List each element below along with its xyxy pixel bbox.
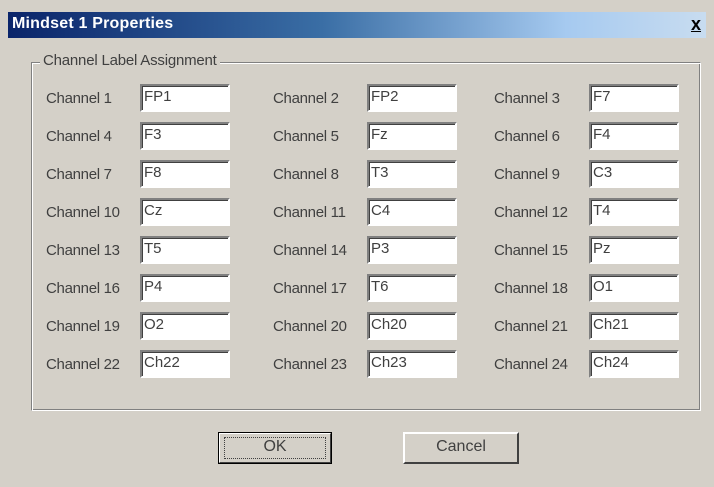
channel-label: Channel 8 [273,166,339,183]
channel-label: Channel 17 [273,280,347,297]
channel-label: Channel 6 [494,128,560,145]
channel-input[interactable]: F4 [589,122,679,150]
channel-label: Channel 5 [273,128,339,145]
channel-label: Channel 13 [46,242,120,259]
channel-input[interactable]: Cz [140,198,230,226]
channel-label: Channel 9 [494,166,560,183]
channel-label: Channel 7 [46,166,112,183]
channel-input[interactable]: P4 [140,274,230,302]
channel-label: Channel 22 [46,356,120,373]
channel-input[interactable]: O1 [589,274,679,302]
channel-input[interactable]: Ch20 [367,312,457,340]
channel-label: Channel 15 [494,242,568,259]
channel-label: Channel 12 [494,204,568,221]
channel-label: Channel 23 [273,356,347,373]
cancel-button-label: Cancel [436,438,486,455]
channel-label: Channel 19 [46,318,120,335]
title-bar[interactable]: Mindset 1 Properties x [8,12,706,38]
channel-input[interactable]: F8 [140,160,230,188]
channel-label: Channel 1 [46,90,112,107]
channel-input[interactable]: T3 [367,160,457,188]
channel-input[interactable]: Fz [367,122,457,150]
cancel-button[interactable]: Cancel [403,432,519,464]
focus-rectangle [224,437,326,459]
channel-label: Channel 16 [46,280,120,297]
group-legend: Channel Label Assignment [40,52,220,69]
channel-label: Channel 18 [494,280,568,297]
channel-input[interactable]: O2 [140,312,230,340]
properties-dialog: Mindset 1 Properties x Channel Label Ass… [0,0,714,487]
channel-label: Channel 3 [494,90,560,107]
channel-label: Channel 24 [494,356,568,373]
channel-input[interactable]: T5 [140,236,230,264]
channel-input[interactable]: Ch23 [367,350,457,378]
channel-label: Channel 11 [273,204,346,221]
window-title: Mindset 1 Properties [12,15,174,32]
channel-input[interactable]: FP2 [367,84,457,112]
channel-input[interactable]: F3 [140,122,230,150]
channel-label: Channel 4 [46,128,112,145]
channel-input[interactable]: T4 [589,198,679,226]
channel-input[interactable]: P3 [367,236,457,264]
channel-label: Channel 2 [273,90,339,107]
channel-input[interactable]: Pz [589,236,679,264]
channel-input[interactable]: F7 [589,84,679,112]
channel-label: Channel 14 [273,242,347,259]
channel-input[interactable]: FP1 [140,84,230,112]
channel-input[interactable]: C3 [589,160,679,188]
channel-label: Channel 20 [273,318,347,335]
channel-label: Channel 10 [46,204,120,221]
channel-input[interactable]: Ch21 [589,312,679,340]
close-button[interactable]: x [686,14,706,34]
channel-input[interactable]: T6 [367,274,457,302]
ok-button[interactable]: OK [218,432,332,464]
channel-label: Channel 21 [494,318,568,335]
channel-input[interactable]: Ch22 [140,350,230,378]
channel-input[interactable]: C4 [367,198,457,226]
channel-input[interactable]: Ch24 [589,350,679,378]
